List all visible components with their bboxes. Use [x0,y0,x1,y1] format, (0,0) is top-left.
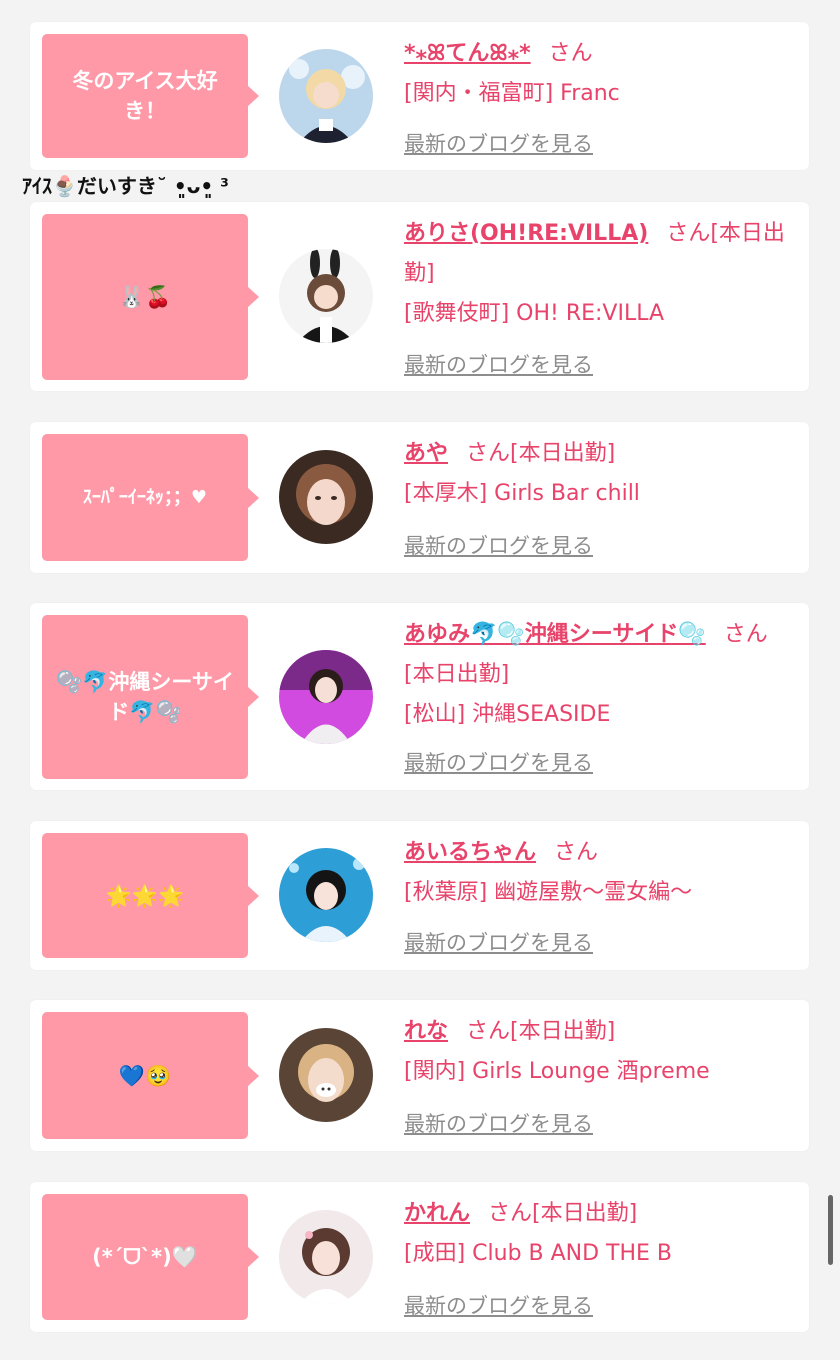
latest-blog-link[interactable]: 最新のブログを見る [404,927,593,957]
message-bubble: 🐰🍒 [42,214,259,380]
cast-name-link[interactable]: れな [404,1019,448,1044]
cast-name-link[interactable]: あゆみ🐬🫧沖縄シーサイド🫧 [404,622,706,647]
work-status: [本日出勤] [404,662,510,687]
caption-text: ｱｲｽ🍨だいすき˘ •͈ᴗ•͈ ³ [22,174,229,198]
latest-blog-link[interactable]: 最新のブログを見る [404,1290,593,1320]
profile-card: 💙🥹 れな さん[本日出勤] [関内] Girls Lounge 酒preme 最… [30,1000,809,1151]
san-suffix: さん [554,840,599,865]
cast-name-link[interactable]: ありさ(OH!RE:VILLA) [404,221,648,246]
shop-info: [秋葉原] 幽遊屋敷〜霊女編〜 [404,880,693,905]
message-bubble: (*ˊᗜˋ*)🤍 [42,1194,259,1320]
avatar[interactable] [279,249,373,343]
work-status: [本日出勤] [532,1201,638,1226]
work-status: [本日出勤] [510,1019,616,1044]
profile-card: ｽｰﾊﾟｰｲｰﾈｯ；；♥ あや さん[本日出勤] [本厚木] Girls Bar … [30,422,809,573]
profile-card: 冬のアイス大好き！ *⁎ꕤてんꕤ⁎* さん [関内・福富町] Franc 最新のブ… [30,22,809,170]
message-bubble: 🌟🌟🌟 [42,833,259,958]
profile-card: 🐰🍒 ありさ(OH!RE:VILLA) さん[本日出勤] [歌舞伎町] OH! R… [30,202,809,391]
cast-name-link[interactable]: あいるちゃん [404,840,536,865]
cast-name-link[interactable]: *⁎ꕤてんꕤ⁎* [404,41,531,66]
latest-blog-link[interactable]: 最新のブログを見る [404,1108,593,1138]
message-bubble: 💙🥹 [42,1012,259,1139]
avatar[interactable] [279,848,373,942]
san-suffix: さん [666,221,711,246]
shop-info: [歌舞伎町] OH! RE:VILLA [404,301,665,326]
san-suffix: さん [548,41,593,66]
avatar[interactable] [279,650,373,744]
message-bubble: 🫧🐬沖縄シーサイド🐬🫧 [42,615,259,779]
shop-info: [成田] Club B AND THE B [404,1241,673,1266]
avatar[interactable] [279,49,373,143]
work-status: [本日出勤] [510,441,616,466]
shop-info: [関内・福富町] Franc [404,81,620,106]
message-bubble: 冬のアイス大好き！ [42,34,259,158]
cast-name-link[interactable]: かれん [404,1201,470,1226]
message-bubble: ｽｰﾊﾟｰｲｰﾈｯ；；♥ [42,434,259,561]
latest-blog-link[interactable]: 最新のブログを見る [404,349,593,379]
profile-card: (*ˊᗜˋ*)🤍 かれん さん[本日出勤] [成田] Club B AND THE… [30,1182,809,1332]
san-suffix: さん [723,622,768,647]
profile-card: 🌟🌟🌟 あいるちゃん さん [秋葉原] 幽遊屋敷〜霊女編〜 最新のブログを見る [30,821,809,970]
shop-info: [関内] Girls Lounge 酒preme [404,1059,710,1084]
shop-info: [松山] 沖縄SEASIDE [404,702,611,727]
cast-name-link[interactable]: あや [404,441,448,466]
shop-info: [本厚木] Girls Bar chill [404,481,640,506]
avatar[interactable] [279,1210,373,1304]
san-suffix: さん [466,1019,511,1044]
latest-blog-link[interactable]: 最新のブログを見る [404,530,593,560]
latest-blog-link[interactable]: 最新のブログを見る [404,747,593,777]
profile-card: 🫧🐬沖縄シーサイド🐬🫧 あゆみ🐬🫧沖縄シーサイド🫧 さん [本日出勤] [松山] 沖… [30,603,809,790]
scrollbar[interactable] [828,1195,833,1265]
san-suffix: さん [488,1201,533,1226]
avatar[interactable] [279,1028,373,1122]
avatar[interactable] [279,450,373,544]
latest-blog-link[interactable]: 最新のブログを見る [404,128,593,158]
san-suffix: さん [466,441,511,466]
